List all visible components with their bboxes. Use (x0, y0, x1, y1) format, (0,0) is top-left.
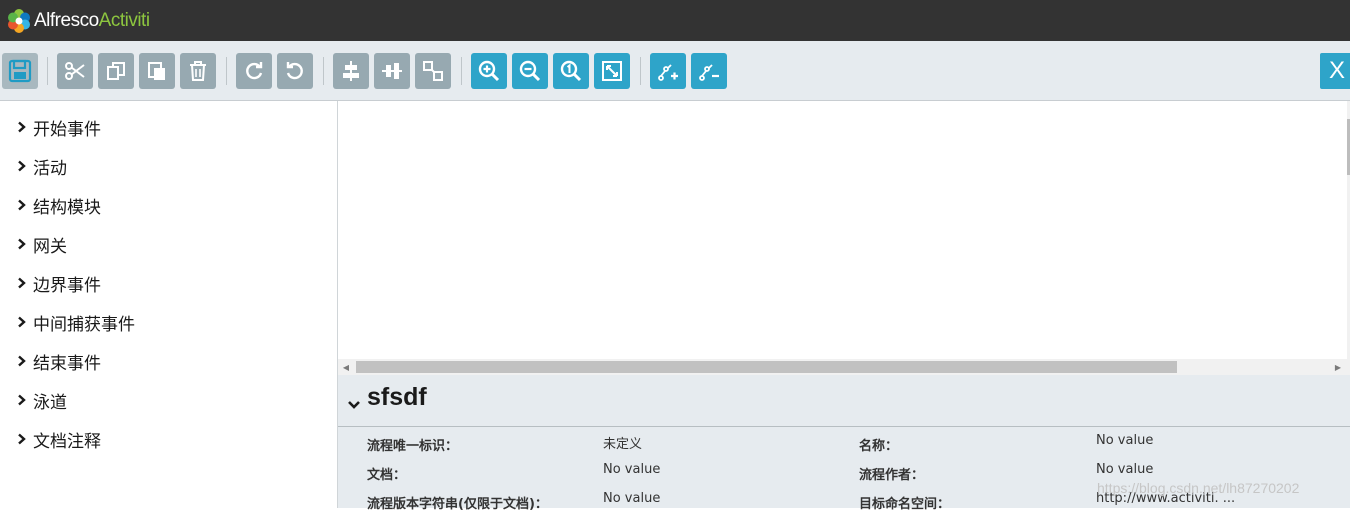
toolbar-separator (461, 57, 462, 85)
palette-group-activities[interactable]: 活动 (17, 155, 67, 179)
align-horizontal-button[interactable] (374, 53, 410, 89)
palette-group-label: 结构模块 (33, 197, 101, 218)
chevron-right-icon (17, 432, 31, 446)
palette-group-gateways[interactable]: 网关 (17, 233, 67, 257)
palette-group-swimlanes[interactable]: 泳道 (17, 389, 67, 413)
zoom-in-icon (478, 60, 500, 82)
save-icon (8, 59, 32, 83)
palette-group-start-events[interactable]: 开始事件 (17, 116, 101, 140)
close-editor-button[interactable]: X (1320, 53, 1350, 89)
remove-bendpoint-icon (699, 64, 719, 81)
prop-value-process-author[interactable]: No value (1096, 462, 1153, 477)
canvas-horizontal-scrollbar[interactable]: ◀ ▶ (338, 359, 1350, 375)
add-bendpoint-icon (658, 64, 678, 81)
toolbar-separator (640, 57, 641, 85)
paste-button[interactable] (139, 53, 175, 89)
chevron-right-icon (17, 315, 31, 329)
prop-label-process-id: 流程唯一标识： (367, 439, 459, 454)
palette-group-boundary-events[interactable]: 边界事件 (17, 272, 101, 296)
chevron-right-icon (17, 198, 31, 212)
brand-name: Alfresco (34, 10, 99, 31)
zoom-out-icon (519, 60, 541, 82)
chevron-right-icon (17, 237, 31, 251)
cut-icon (65, 62, 85, 80)
cut-button[interactable] (57, 53, 93, 89)
align-horizontal-icon (382, 63, 402, 79)
palette-group-label: 边界事件 (33, 275, 101, 296)
align-vertical-button[interactable] (333, 53, 369, 89)
chevron-right-icon (17, 354, 31, 368)
prop-value-name[interactable]: No value (1096, 433, 1153, 448)
zoom-fit-icon (602, 61, 622, 81)
palette-group-label: 中间捕获事件 (33, 314, 135, 335)
toolbar-separator (47, 57, 48, 85)
scroll-right-arrow-icon[interactable]: ▶ (1330, 359, 1346, 375)
chevron-right-icon (17, 159, 31, 173)
product-name: Activiti (98, 10, 150, 31)
palette-group-label: 网关 (33, 236, 67, 257)
app-header: AlfrescoActiviti (0, 0, 1350, 41)
prop-label-version-string: 流程版本字符串(仅限于文档)： (367, 497, 548, 512)
toolbar-separator (226, 57, 227, 85)
prop-label-process-author: 流程作者： (859, 468, 925, 483)
zoom-out-button[interactable] (512, 53, 548, 89)
chevron-down-icon[interactable] (347, 395, 361, 414)
diagram-canvas[interactable] (338, 101, 1350, 359)
properties-header[interactable]: sfsdf (338, 375, 1350, 427)
editor-toolbar (0, 41, 1350, 101)
palette-group-end-events[interactable]: 结束事件 (17, 350, 101, 374)
redo-button[interactable] (236, 53, 272, 89)
delete-button[interactable] (180, 53, 216, 89)
redo-icon (246, 62, 263, 80)
prop-value-version-string[interactable]: No value (603, 491, 660, 506)
process-title: sfsdf (367, 383, 427, 411)
prop-value-process-id[interactable]: 未定义 (603, 433, 642, 452)
prop-value-documentation[interactable]: No value (603, 462, 660, 477)
palette-group-label: 文档注释 (33, 431, 101, 452)
delete-icon (190, 61, 206, 81)
palette-group-label: 开始事件 (33, 119, 101, 140)
prop-label-name: 名称： (859, 439, 899, 454)
scroll-left-arrow-icon[interactable]: ◀ (338, 359, 354, 375)
palette-group-intermediate-catch-events[interactable]: 中间捕获事件 (17, 311, 135, 335)
chevron-right-icon (17, 276, 31, 290)
undo-icon (286, 62, 303, 80)
palette-group-label: 泳道 (33, 392, 67, 413)
chevron-right-icon (17, 393, 31, 407)
palette-group-structural[interactable]: 结构模块 (17, 194, 101, 218)
remove-bendpoint-button[interactable] (691, 53, 727, 89)
alfresco-flower-icon (8, 9, 30, 33)
prop-label-documentation: 文档： (367, 468, 407, 483)
prop-label-target-namespace: 目标命名空间： (859, 497, 951, 512)
same-size-button[interactable] (415, 53, 451, 89)
save-button[interactable] (2, 53, 38, 89)
toolbar-separator (323, 57, 324, 85)
chevron-right-icon (17, 120, 31, 134)
zoom-in-button[interactable] (471, 53, 507, 89)
palette-group-label: 结束事件 (33, 353, 101, 374)
palette-group-label: 活动 (33, 158, 67, 179)
zoom-fit-button[interactable] (594, 53, 630, 89)
watermark-text: https://blog.csdn.net/lh87270202 (1097, 480, 1300, 496)
shape-palette: 开始事件 活动 结构模块 网关 边界事件 中间捕获事件 结束事件 泳道 文档注释 (0, 101, 338, 508)
horizontal-scroll-thumb[interactable] (356, 361, 1177, 373)
same-size-icon (423, 61, 443, 81)
copy-button[interactable] (98, 53, 134, 89)
palette-group-artifacts[interactable]: 文档注释 (17, 428, 101, 452)
add-bendpoint-button[interactable] (650, 53, 686, 89)
undo-button[interactable] (277, 53, 313, 89)
zoom-actual-icon (560, 60, 582, 82)
alfresco-logo: AlfrescoActiviti (6, 8, 150, 34)
copy-icon (107, 62, 125, 80)
paste-icon (148, 62, 165, 80)
zoom-actual-button[interactable] (553, 53, 589, 89)
align-vertical-icon (343, 61, 359, 81)
